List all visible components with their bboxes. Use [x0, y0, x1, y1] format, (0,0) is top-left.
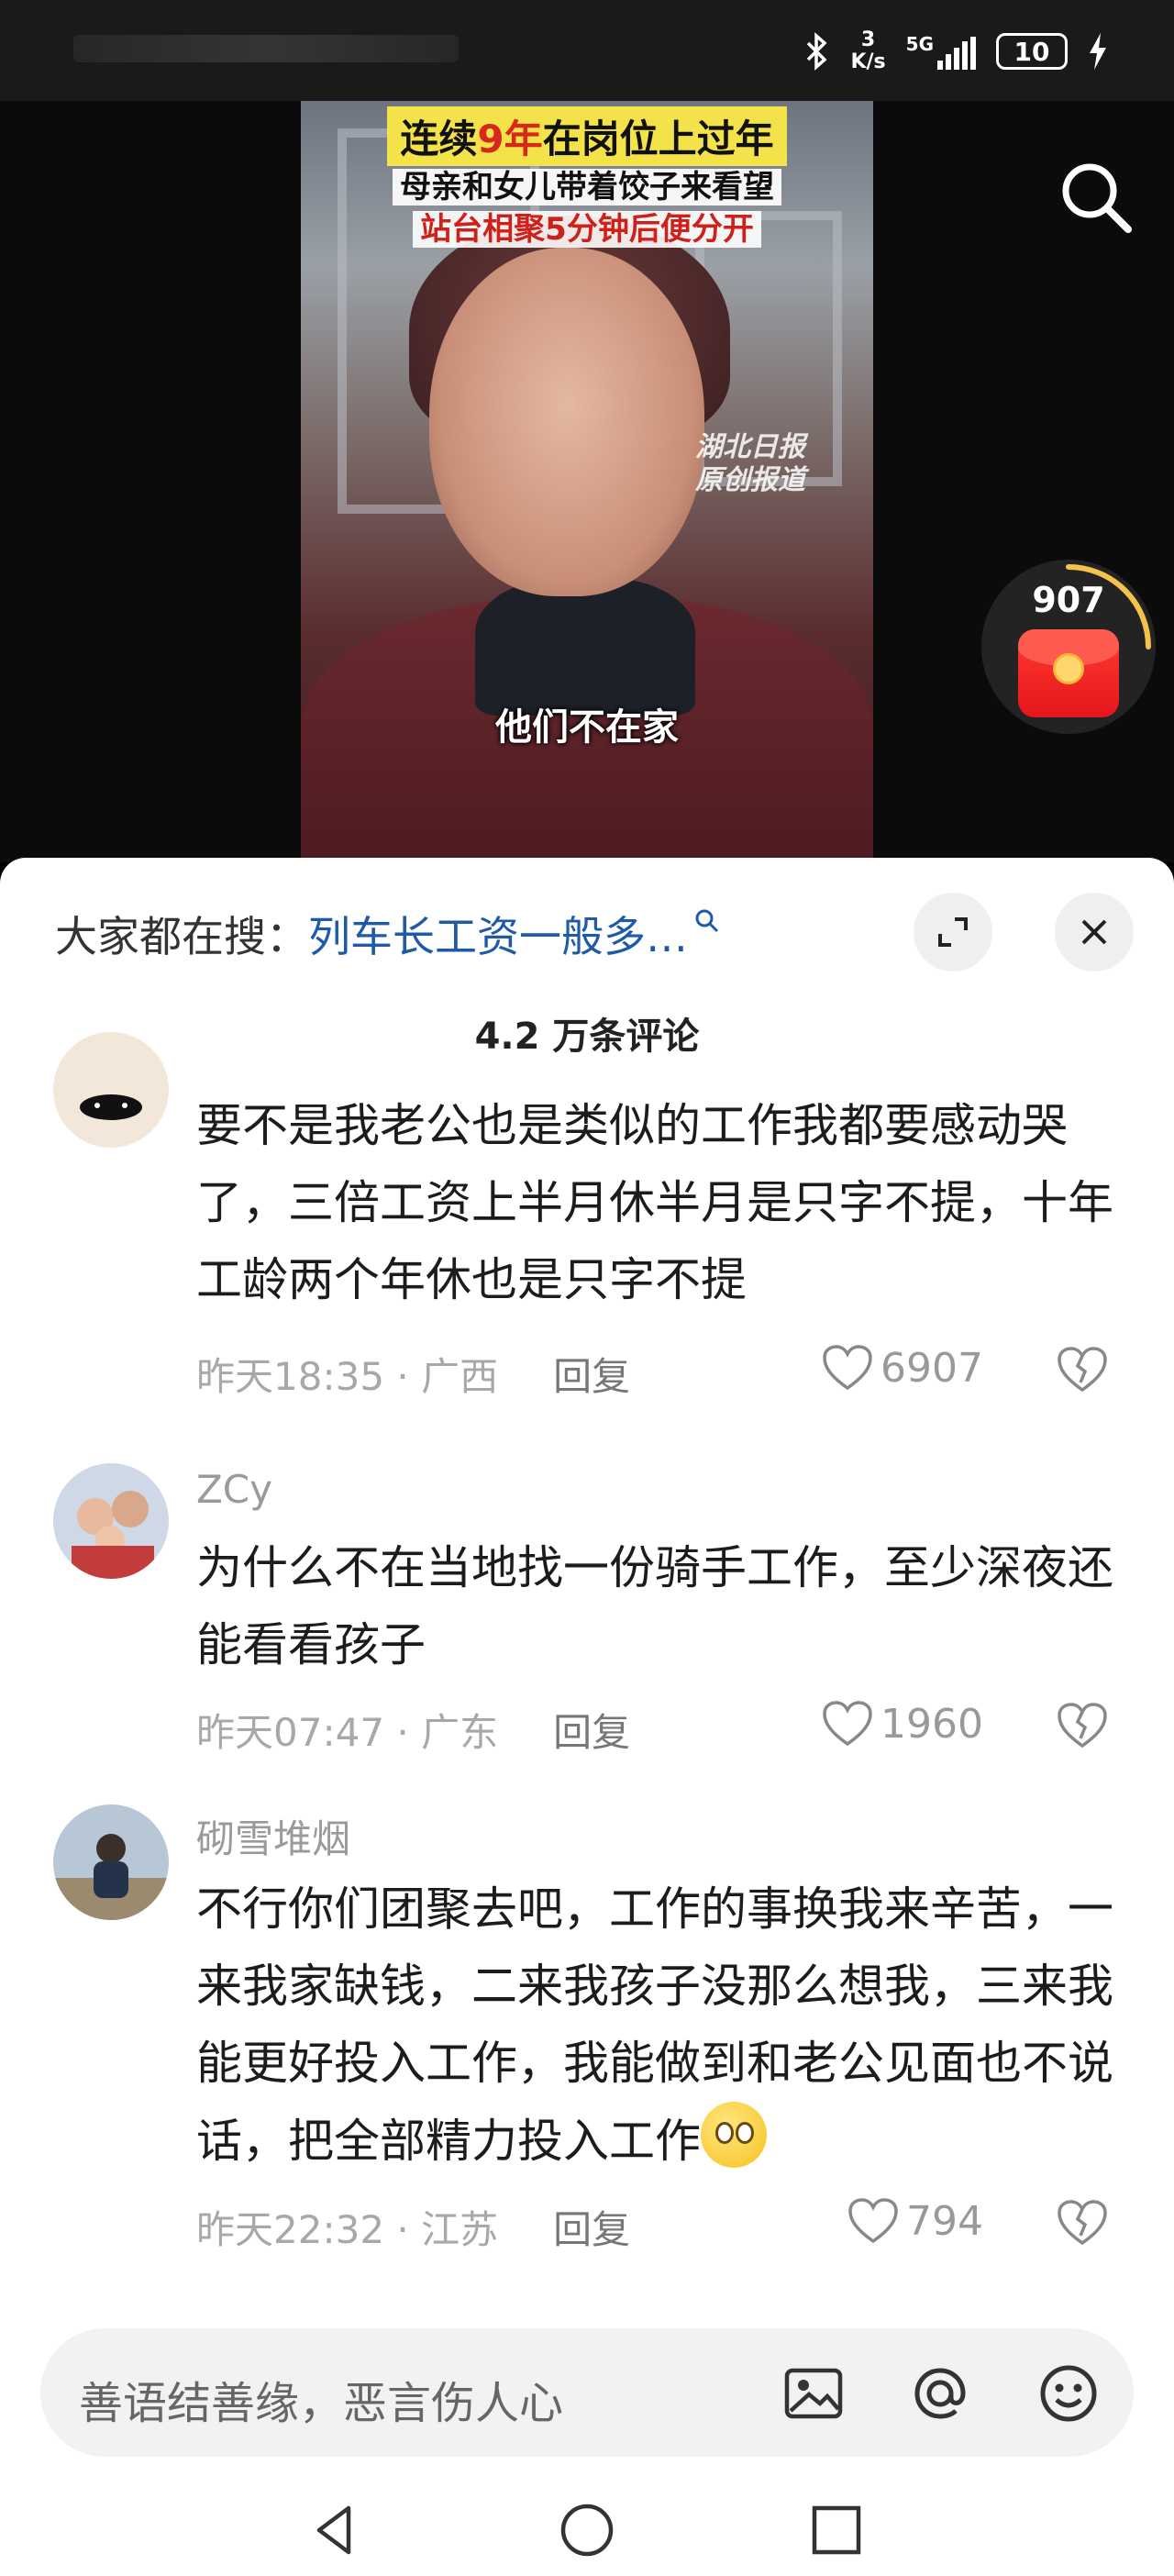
hot-search-label: 大家都在搜： [55, 912, 308, 961]
heart-icon [848, 2198, 898, 2244]
battery-icon: 10 [996, 33, 1068, 70]
comment-meta: 昨天18:35 · 广西 回复 [196, 1346, 630, 1402]
comment-text: 为什么不在当地找一份骑手工作，至少深夜还能看看孩子 [196, 1541, 1113, 1671]
video-watermark: 湖北日报 原创报道 [695, 431, 805, 496]
network-type: 5G [905, 33, 934, 55]
heart-icon [823, 1701, 872, 1747]
broken-heart-icon[interactable] [1057, 1702, 1108, 1749]
like-button[interactable]: 6907 [822, 1344, 983, 1392]
comment-input-placeholder[interactable]: 善语结善缘，恶言伤人心 [79, 2367, 563, 2431]
home-circle-icon[interactable] [558, 2501, 616, 2559]
network-speed: 3 K/s [850, 29, 885, 73]
broken-heart-icon[interactable] [1057, 1346, 1108, 1393]
emoji-icon[interactable] [1035, 2359, 1102, 2427]
like-button[interactable]: 1960 [822, 1700, 983, 1748]
heart-icon [823, 1345, 872, 1391]
comment-time-location: 昨天07:47 · 广东 [196, 1710, 499, 1755]
comment-time-location: 昨天18:35 · 广西 [196, 1354, 499, 1399]
comment-item: ZCy 为什么不在当地找一份骑手工作，至少深夜还能看看孩子 昨天07:47 · … [0, 1463, 1174, 1755]
smiley-emoji-icon [701, 2102, 767, 2168]
reply-button[interactable]: 回复 [553, 1346, 630, 1402]
red-packet-count: 907 [1032, 580, 1105, 620]
like-button[interactable]: 794 [847, 2197, 983, 2245]
person-face [429, 248, 704, 596]
red-packet-reward-button[interactable]: 907 [981, 560, 1156, 734]
avatar[interactable] [53, 1032, 169, 1148]
video-headline-3: 站台相聚5分钟后便分开 [301, 204, 873, 249]
comment-meta: 昨天22:32 · 江苏 回复 [196, 2199, 630, 2255]
close-button[interactable] [1055, 893, 1134, 972]
net-speed-value: 3 [860, 28, 876, 51]
battery-level: 10 [1013, 36, 1050, 67]
blurred-notification-text [73, 35, 459, 62]
like-count: 1960 [880, 1700, 983, 1748]
like-count: 794 [906, 2197, 983, 2245]
comment-text: 要不是我老公也是类似的工作我都要感动哭了，三倍工资上半月休半月是只字不提，十年工… [196, 1099, 1113, 1306]
comment-item: 要不是我老公也是类似的工作我都要感动哭了，三倍工资上半月休半月是只字不提，十年工… [0, 1032, 1174, 1402]
comment-count: 4.2 万条评论 [474, 1016, 700, 1058]
status-icons: 3 K/s 5G 10 [803, 26, 1108, 77]
system-nav-bar [0, 2477, 1174, 2576]
comment-input-bar[interactable]: 善语结善缘，恶言伤人心 [40, 2328, 1134, 2457]
comment-item: 砌雪堆烟 不行你们团聚去吧，工作的事换我来辛苦，一来我家缺钱，二来我孩子没那么想… [0, 1804, 1174, 2252]
back-triangle-icon[interactable] [306, 2501, 365, 2559]
person-collar [475, 578, 695, 716]
comment-username[interactable]: ZCy [196, 1467, 272, 1512]
at-icon[interactable] [906, 2359, 974, 2427]
video-subtitle: 他们不在家 [495, 706, 679, 749]
search-icon [695, 909, 719, 933]
comment-time-location: 昨天22:32 · 江苏 [196, 2207, 499, 2252]
comment-meta: 昨天07:47 · 广东 回复 [196, 1702, 630, 1758]
avatar-image-icon [53, 1463, 169, 1579]
net-speed-unit: K/s [850, 50, 886, 73]
comment-username[interactable]: 砌雪堆烟 [196, 1808, 350, 1864]
comment-text: 不行你们团聚去吧，工作的事换我来辛苦，一来我家缺钱，二来我孩子没那么想我，三来我… [196, 1882, 1113, 2168]
search-icon[interactable] [1055, 156, 1137, 239]
avatar[interactable] [53, 1804, 169, 1920]
expand-button[interactable] [914, 893, 992, 972]
video-frame[interactable]: 连续9年在岗位上过年 母亲和女儿带着饺子来看望 站台相聚5分钟后便分开 湖北日报… [301, 101, 873, 862]
signal-bars-icon [937, 37, 976, 70]
avatar[interactable] [53, 1463, 169, 1579]
recents-square-icon[interactable] [807, 2501, 866, 2559]
signal-indicator: 5G [906, 33, 976, 70]
video-headline-2: 母亲和女儿带着饺子来看望 [301, 161, 873, 206]
reply-button[interactable]: 回复 [553, 1702, 630, 1758]
broken-heart-icon[interactable] [1057, 2199, 1108, 2247]
expand-icon [938, 917, 968, 947]
avatar-image-icon [53, 1804, 169, 1920]
close-icon [1081, 919, 1107, 945]
red-envelope-icon [1018, 629, 1119, 717]
hot-search-bar[interactable]: 大家都在搜： 列车长工资一般多… [55, 904, 721, 964]
video-headline-1: 连续9年在岗位上过年 [301, 106, 873, 166]
image-icon[interactable] [780, 2359, 847, 2427]
hot-search-query-link[interactable]: 列车长工资一般多… [308, 904, 688, 964]
comment-sheet: 大家都在搜： 列车长工资一般多… 4.2 万条评论 要不是我老公也是类似的工作我… [0, 858, 1174, 2576]
reply-button[interactable]: 回复 [553, 2199, 630, 2255]
avatar-image-icon [53, 1032, 169, 1148]
status-bar: 3 K/s 5G 10 [0, 0, 1174, 101]
like-count: 6907 [880, 1344, 983, 1392]
video-player[interactable]: 连续9年在岗位上过年 母亲和女儿带着饺子来看望 站台相聚5分钟后便分开 湖北日报… [0, 101, 1174, 862]
charging-icon [1090, 33, 1106, 70]
bluetooth-icon [807, 32, 828, 71]
